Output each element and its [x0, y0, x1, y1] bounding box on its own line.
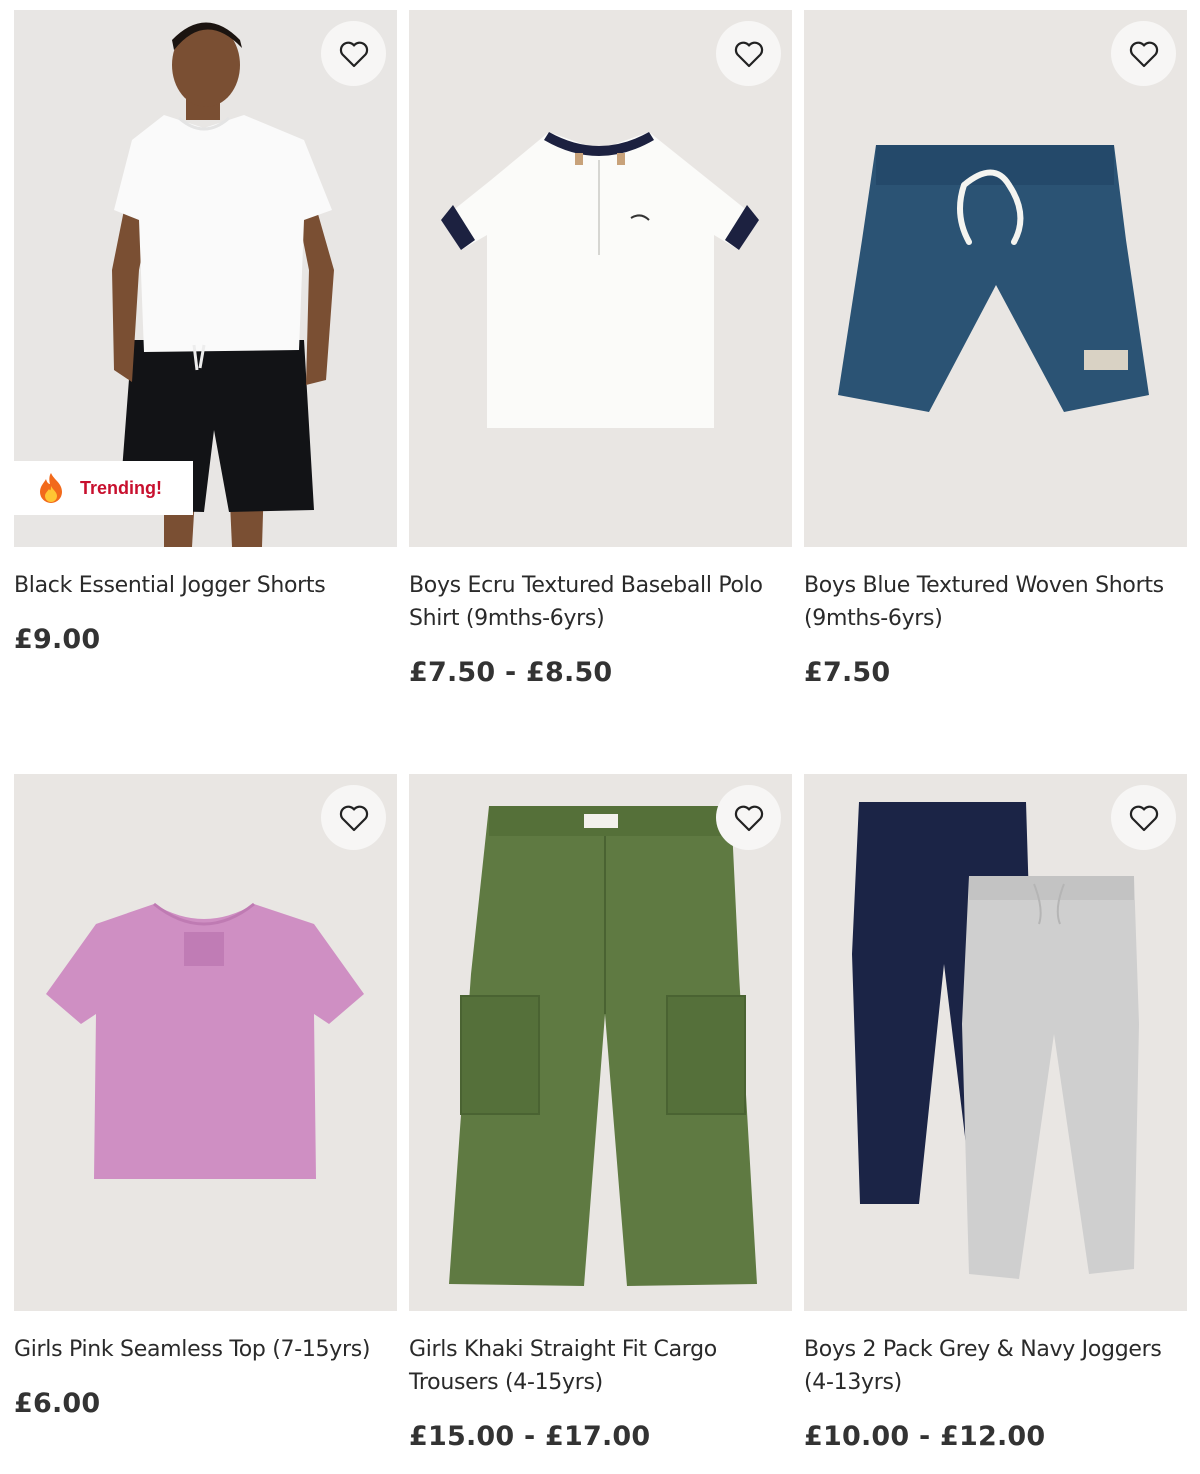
product-price: £15.00 - £17.00 [409, 1421, 651, 1452]
wishlist-button[interactable] [321, 785, 386, 850]
product-price: £6.00 [14, 1388, 101, 1419]
product-image[interactable] [409, 774, 792, 1311]
wishlist-button[interactable] [716, 785, 781, 850]
product-image[interactable] [409, 10, 792, 547]
product-card[interactable]: Girls Pink Seamless Top (7-15yrs) £6.00 [14, 774, 397, 1419]
product-title[interactable]: Boys Ecru Textured Baseball Polo Shirt (… [409, 569, 792, 635]
product-image[interactable] [14, 774, 397, 1311]
product-title[interactable]: Girls Khaki Straight Fit Cargo Trousers … [409, 1333, 792, 1399]
product-title[interactable]: Boys 2 Pack Grey & Navy Joggers (4-13yrs… [804, 1333, 1187, 1399]
product-price: £7.50 - £8.50 [409, 657, 613, 688]
heart-icon [339, 41, 368, 67]
product-price: £9.00 [14, 624, 101, 655]
product-photo-blue-shorts [804, 10, 1187, 547]
heart-icon [339, 805, 368, 831]
product-price: £7.50 [804, 657, 891, 688]
product-photo-cargo-trousers [409, 774, 792, 1311]
heart-icon [734, 805, 763, 831]
fire-icon [40, 473, 62, 503]
product-title[interactable]: Black Essential Jogger Shorts [14, 569, 397, 602]
badge-label: Trending! [80, 477, 162, 498]
product-card[interactable]: Boys Ecru Textured Baseball Polo Shirt (… [409, 10, 792, 688]
wishlist-button[interactable] [1111, 785, 1176, 850]
product-title[interactable]: Boys Blue Textured Woven Shorts (9mths-6… [804, 569, 1187, 635]
product-card[interactable]: Boys Blue Textured Woven Shorts (9mths-6… [804, 10, 1187, 688]
wishlist-button[interactable] [1111, 21, 1176, 86]
product-card[interactable]: Girls Khaki Straight Fit Cargo Trousers … [409, 774, 792, 1452]
heart-icon [1129, 805, 1158, 831]
product-photo-pink-top [14, 774, 397, 1311]
product-image[interactable] [804, 10, 1187, 547]
wishlist-button[interactable] [716, 21, 781, 86]
product-image[interactable]: Trending! [14, 10, 397, 547]
product-card[interactable]: Trending! Black Essential Jogger Shorts … [14, 10, 397, 655]
product-photo-joggers-pack [804, 774, 1187, 1311]
product-row: Trending! Black Essential Jogger Shorts … [14, 10, 1187, 710]
product-title[interactable]: Girls Pink Seamless Top (7-15yrs) [14, 1333, 397, 1366]
heart-icon [1129, 41, 1158, 67]
product-card[interactable]: Boys 2 Pack Grey & Navy Joggers (4-13yrs… [804, 774, 1187, 1452]
wishlist-button[interactable] [321, 21, 386, 86]
product-photo-polo-shirt [409, 10, 792, 547]
trending-badge: Trending! [14, 461, 193, 515]
product-row: Girls Pink Seamless Top (7-15yrs) £6.00 [14, 774, 1187, 1474]
product-image[interactable] [804, 774, 1187, 1311]
heart-icon [734, 41, 763, 67]
product-price: £10.00 - £12.00 [804, 1421, 1046, 1452]
